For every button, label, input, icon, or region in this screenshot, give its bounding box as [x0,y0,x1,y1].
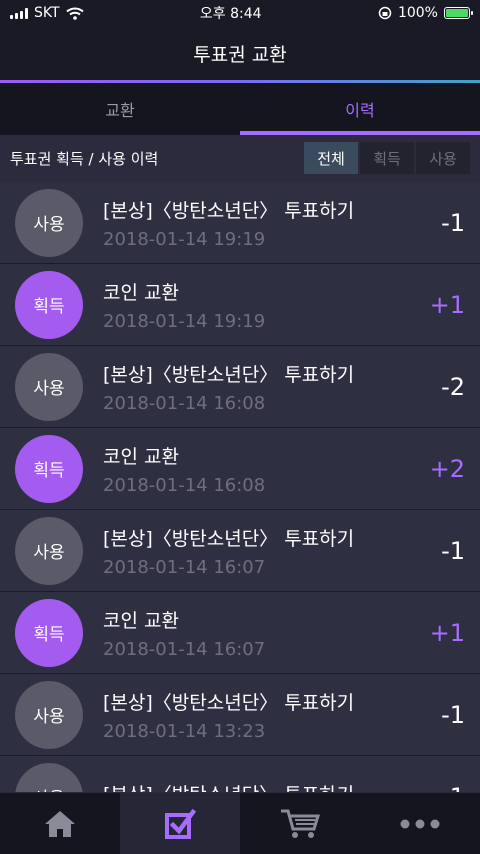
battery-icon [443,7,473,19]
row-delta: -1 [415,783,465,793]
filter-row: 투표권 획득 / 사용 이력 전체 획득 사용 [0,135,480,181]
history-list[interactable]: 사용 [본상]〈방탄소년단〉 투표하기 2018-01-14 19:19 -1 획득 코인… [0,182,480,792]
row-date: 2018-01-14 19:19 [103,228,266,250]
tab-exchange[interactable]: 교환 [0,83,240,135]
tab-shop[interactable] [240,793,360,854]
vote-check-icon [165,808,196,839]
tab-bar-top: 교환 이력 [0,83,480,135]
history-row[interactable]: 사용 [본상]〈방탄소년단〉 투표하기 2018-01-14 16:08 -2 [0,346,480,428]
page-title: 투표권 교환 [193,43,287,66]
wifi-icon [65,7,84,20]
row-date: 2018-01-14 13:23 [103,720,266,742]
status-right: 100% [378,5,473,21]
home-icon [45,810,75,837]
row-delta: +1 [429,290,465,319]
row-date: 2018-01-14 16:07 [103,556,266,578]
signal-icon [10,7,28,19]
cart-icon [281,809,321,838]
row-delta: -1 [441,536,465,565]
clock: 오후 8:44 [199,6,262,22]
status-left: SKT [10,5,84,21]
row-text: [본상]〈방탄소년단〉 투표하기 [103,780,415,792]
row-delta: +1 [429,618,465,647]
status-bar: SKT 오후 8:44 100% [0,0,480,26]
status-badge: 사용 [15,516,83,585]
more-icon [400,819,440,828]
history-row[interactable]: 획득 코인 교환 2018-01-14 19:19 +1 [0,264,480,346]
row-title: 코인 교환 [103,609,179,632]
filter-buttons: 전체 획득 사용 [304,142,470,174]
row-title: 코인 교환 [103,281,179,304]
status-badge: 사용 [15,352,83,421]
status-badge: 획득 [15,434,83,503]
history-row[interactable]: 사용 [본상]〈방탄소년단〉 투표하기 2018-01-14 13:23 -1 [0,674,480,756]
row-title: [본상]〈방탄소년단〉 투표하기 [103,691,355,714]
history-row[interactable]: 획득 코인 교환 2018-01-14 16:08 +2 [0,428,480,510]
carrier-label: SKT [34,5,60,21]
row-date: 2018-01-14 16:08 [103,474,266,496]
row-text: 코인 교환 2018-01-14 16:07 [103,606,415,660]
row-text: 코인 교환 2018-01-14 19:19 [103,278,415,332]
row-text: [본상]〈방탄소년단〉 투표하기 2018-01-14 19:19 [103,196,415,250]
battery-percent: 100% [397,5,438,21]
page-header: 투표권 교환 [0,26,480,80]
section-title: 투표권 획득 / 사용 이력 [10,149,159,168]
row-delta: -1 [441,208,465,237]
history-row[interactable]: 사용 [본상]〈방탄소년단〉 투표하기 2018-01-14 16:07 -1 [0,510,480,592]
row-date: 2018-01-14 16:07 [103,638,266,660]
tab-history[interactable]: 이력 [240,83,480,135]
tab-home[interactable] [0,793,120,854]
row-title: [본상]〈방탄소년단〉 투표하기 [103,363,355,386]
row-delta: +2 [429,454,465,483]
orientation-lock-icon [378,6,392,20]
filter-all-button[interactable]: 전체 [304,142,358,174]
row-title: [본상]〈방탄소년단〉 투표하기 [103,527,355,550]
filter-gain-button[interactable]: 획득 [360,142,414,174]
history-row[interactable]: 사용 [본상]〈방탄소년단〉 투표하기-1 [0,756,480,792]
status-badge: 사용 [15,762,83,792]
status-badge: 획득 [15,270,83,339]
bottom-tab-bar [0,792,480,854]
history-row[interactable]: 획득 코인 교환 2018-01-14 16:07 +1 [0,592,480,674]
status-badge: 획득 [15,598,83,667]
status-badge: 사용 [15,680,83,749]
tab-more[interactable] [360,793,480,854]
status-badge: 사용 [15,188,83,257]
row-delta: -1 [441,700,465,729]
tab-vote[interactable] [120,793,240,854]
row-text: [본상]〈방탄소년단〉 투표하기 2018-01-14 13:23 [103,688,415,742]
history-row[interactable]: 사용 [본상]〈방탄소년단〉 투표하기 2018-01-14 19:19 -1 [0,182,480,264]
row-title: 코인 교환 [103,445,179,468]
row-text: 코인 교환 2018-01-14 16:08 [103,442,415,496]
filter-use-button[interactable]: 사용 [416,142,470,174]
row-text: [본상]〈방탄소년단〉 투표하기 2018-01-14 16:08 [103,360,415,414]
row-text: [본상]〈방탄소년단〉 투표하기 2018-01-14 16:07 [103,524,415,578]
row-date: 2018-01-14 19:19 [103,310,266,332]
row-delta: -2 [441,372,465,401]
row-date: 2018-01-14 16:08 [103,392,266,414]
row-title: [본상]〈방탄소년단〉 투표하기 [103,780,415,792]
row-title: [본상]〈방탄소년단〉 투표하기 [103,199,355,222]
